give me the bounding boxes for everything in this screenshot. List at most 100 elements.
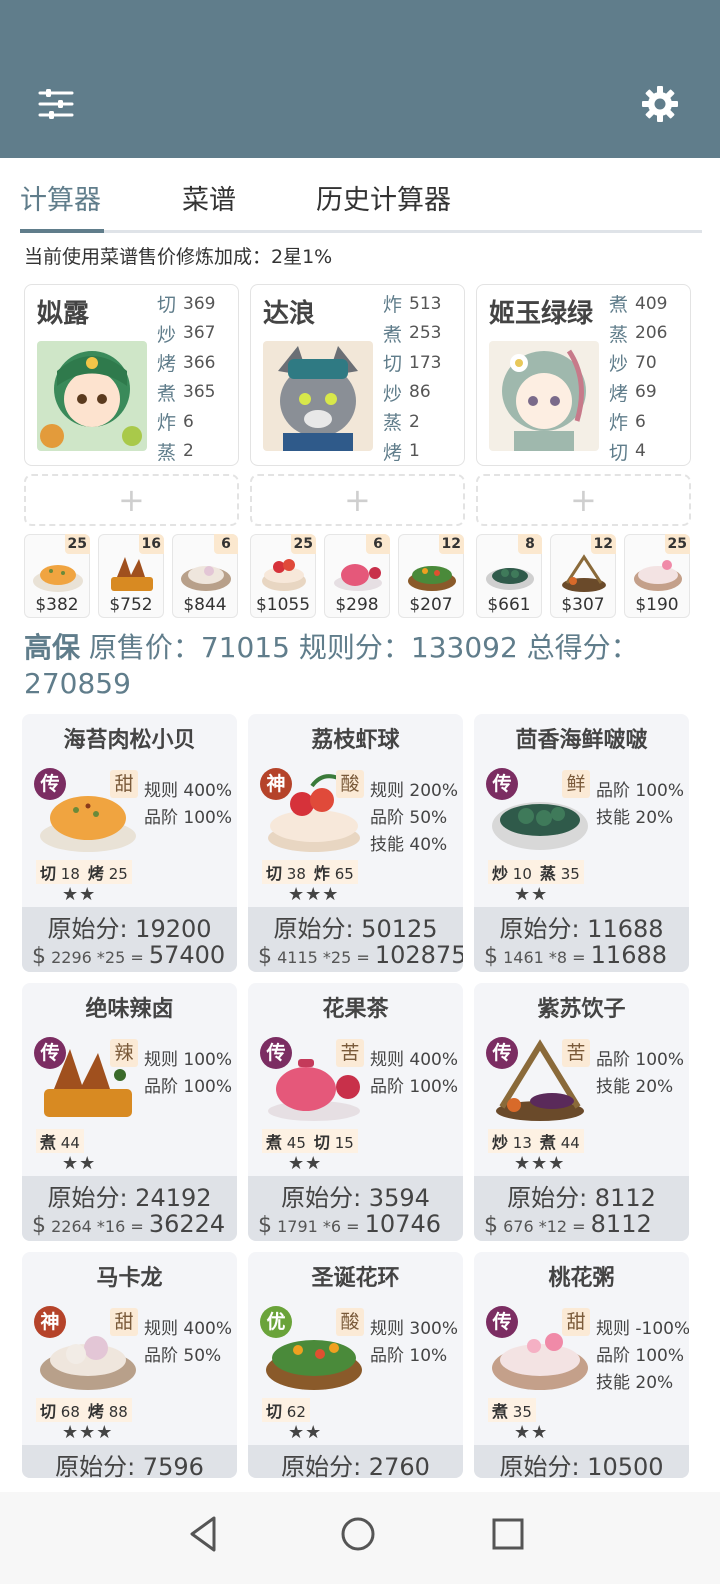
add-equipment-slot[interactable]: + (250, 474, 465, 526)
dish-quantity: 6 (214, 534, 238, 554)
tab-divider (20, 230, 702, 233)
bonus-text: 当前使用菜谱售价修炼加成：2星1% (24, 246, 333, 268)
recipe-card[interactable]: 茴香海鲜啵啵 传 鲜 品阶 100% 技能 20% 炒 10 蒸 35 ★★ 原… (474, 714, 689, 972)
dish-slot[interactable]: 6 $844 (172, 534, 238, 618)
star-rating: ★★★ (514, 1153, 566, 1174)
skill-requirements: 炒 13 煮 44 (488, 1129, 584, 1153)
dish-slot[interactable]: 12 $207 (398, 534, 464, 618)
recipe-card[interactable]: 马卡龙 神 甜 规则 400% 品阶 50% 切 68 烤 88 ★★★ 原始分… (22, 1252, 237, 1478)
bonus-line: 技能 20% (596, 1077, 674, 1097)
skill-label: 蒸 (383, 412, 403, 435)
tab-calculator[interactable]: 计算器 (20, 178, 101, 217)
nav-home-button[interactable] (336, 1512, 380, 1556)
dish-image (262, 559, 306, 591)
price-calc: $ 1461 *8 = 11688 (484, 941, 668, 969)
price-calc: $ 4115 *25 = 102875 (258, 941, 463, 969)
tab-recipes[interactable]: 菜谱 (182, 178, 236, 217)
recipe-title: 紫苏饮子 (537, 997, 626, 1022)
dollar-icon: $ (484, 944, 498, 969)
bonus-line: 技能 20% (596, 808, 674, 828)
chef-card[interactable]: 姒露 切 369 炒 367 烤 366 煮 365 炸6 蒸2 (24, 284, 239, 466)
dish-quantity: 25 (664, 534, 690, 554)
bonus-line: 品阶 100% (596, 1346, 685, 1366)
recipe-bonuses: 规则 400% 品阶 50% (144, 1314, 232, 1368)
sliders-icon (38, 89, 74, 119)
nav-recents-button[interactable] (486, 1512, 530, 1556)
dish-price: $382 (35, 595, 79, 615)
bonus-line: 规则 200% (370, 781, 459, 801)
star-rating: ★★ (514, 1422, 549, 1443)
skill-requirements: 切 62 (262, 1398, 310, 1422)
dish-price: $207 (409, 595, 453, 615)
skill-value: 86 (409, 382, 431, 403)
dish-slot[interactable]: 6 $298 (324, 534, 390, 618)
price-calc: $ 1791 *6 = 10746 (258, 1210, 442, 1238)
dish-slot[interactable]: 12 $307 (550, 534, 616, 618)
recipe-bonuses: 规则 -100% 品阶 100% 技能 20% (596, 1314, 689, 1395)
recents-square-icon (492, 1518, 524, 1550)
req-item: 炒 10 (492, 864, 532, 883)
dish-slot[interactable]: 16 $752 (98, 534, 164, 618)
rarity-badge: 神 (260, 768, 292, 800)
summary-text: 原售价：71015 规则分：133092 总得分：270859 (24, 631, 639, 700)
recipe-card[interactable]: 海苔肉松小贝 传 甜 规则 400% 品阶 100% 切 18 烤 25 ★★ … (22, 714, 237, 972)
score-box: 原始分: 2760 (248, 1445, 463, 1478)
recipe-card[interactable]: 荔枝虾球 神 酸 规则 200% 品阶 50% 技能 40% 切 38 炸 65… (248, 714, 463, 972)
dish-slot[interactable]: 25 $190 (624, 534, 690, 618)
chef-stat-row: 炒 70 (609, 348, 667, 378)
skill-value: 369 (183, 293, 216, 314)
add-equipment-slot[interactable]: + (476, 474, 691, 526)
score-box: 原始分: 3594 $ 1791 *6 = 10746 (248, 1176, 463, 1241)
req-item: 切 15 (313, 1133, 354, 1152)
original-score: 原始分: 8112 (507, 1184, 656, 1212)
req-item: 切 62 (266, 1402, 306, 1421)
recipe-card[interactable]: 圣诞花环 优 酸 规则 300% 品阶 10% 切 62 ★★ 原始分: 276… (248, 1252, 463, 1478)
dish-slot[interactable]: 25 $1055 (250, 534, 316, 618)
dish-image (408, 566, 456, 591)
recipe-card[interactable]: 紫苏饮子 传 苦 品阶 100% 技能 20% 炒 13 煮 44 ★★★ 原始… (474, 983, 689, 1241)
chef-portrait (263, 341, 373, 451)
price-calc: $ 2264 *16 = 36224 (32, 1210, 226, 1238)
dish-quantity: 25 (290, 534, 316, 554)
chef-card[interactable]: 姬玉绿绿 煮 409 蒸 206 炒 70 烤 69 炸6 切4 (476, 284, 691, 466)
skill-value: 253 (409, 323, 442, 344)
recipe-bonuses: 规则 100% 品阶 100% (144, 1045, 232, 1099)
recipe-card[interactable]: 桃花粥 传 甜 规则 -100% 品阶 100% 技能 20% 煮 35 ★★ … (474, 1252, 689, 1478)
skill-value: 367 (183, 323, 216, 344)
bonus-line: 规则 300% (370, 1319, 459, 1339)
bonus-line: 规则 -100% (596, 1319, 689, 1339)
bonus-line: 规则 400% (144, 781, 233, 801)
dish-price: $1055 (255, 595, 311, 615)
gear-icon (642, 86, 678, 122)
skill-value: 6 (635, 411, 646, 432)
chef-card[interactable]: 达浪 炸 513 煮 253 切 173 炒 86 蒸2 烤1 (250, 284, 465, 466)
original-score: 原始分: 50125 (273, 915, 438, 943)
recipe-title: 马卡龙 (96, 1266, 163, 1291)
add-equipment-slot[interactable]: + (24, 474, 239, 526)
filter-sliders-button[interactable] (36, 84, 76, 124)
skill-value: 6 (183, 411, 194, 432)
settings-button[interactable] (640, 84, 680, 124)
app-root: 计算器 菜谱 历史计算器 当前使用菜谱售价修炼加成：2星1% 姒露 切 369 炒… (0, 0, 720, 1584)
skill-label: 炒 (609, 353, 629, 376)
tab-history-calculator[interactable]: 历史计算器 (316, 178, 451, 217)
dish-slot[interactable]: 8 $661 (476, 534, 542, 618)
price-calc: $ 676 *12 = 8112 (484, 1210, 652, 1238)
nav-back-button[interactable] (182, 1512, 226, 1556)
req-item: 烤 88 (87, 1402, 128, 1421)
dish-price: $298 (335, 595, 379, 615)
dish-slot[interactable]: 25 $382 (24, 534, 90, 618)
bonus-line: 品阶 100% (596, 1050, 685, 1070)
req-item: 煮 45 (266, 1133, 306, 1152)
dish-quantity: 8 (518, 534, 542, 554)
recipe-card[interactable]: 花果茶 传 苦 规则 400% 品阶 100% 煮 45 切 15 ★★ 原始分… (248, 983, 463, 1241)
bonus-line: 品阶 50% (370, 808, 448, 828)
chef-portrait (37, 341, 147, 451)
dish-image (562, 554, 606, 592)
skill-label: 炸 (157, 412, 177, 435)
bonus-line: 品阶 100% (144, 808, 233, 828)
rarity-badge: 传 (486, 1306, 518, 1338)
skill-value: 1 (409, 441, 420, 462)
recipe-card[interactable]: 绝味辣卤 传 辣 规则 100% 品阶 100% 煮 44 ★★ 原始分: 24… (22, 983, 237, 1241)
dish-price: $752 (109, 595, 153, 615)
